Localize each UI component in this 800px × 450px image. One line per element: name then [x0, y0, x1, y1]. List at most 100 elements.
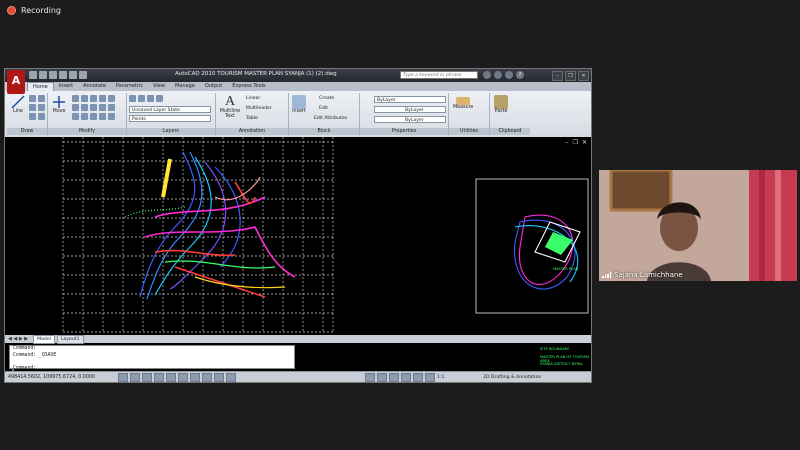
clipboard-panel-title[interactable]: Clipboard	[490, 128, 530, 135]
new-icon[interactable]	[29, 71, 37, 79]
plot-icon[interactable]	[79, 71, 87, 79]
draw-panel: Line Draw	[7, 93, 48, 135]
rotate-icon[interactable]	[72, 95, 79, 102]
move-button[interactable]: Move	[52, 95, 66, 114]
erase-icon[interactable]	[90, 95, 97, 102]
tab-home[interactable]: Home	[27, 82, 54, 91]
properties-panel-title[interactable]: Properties	[360, 128, 448, 135]
hatch-icon[interactable]	[29, 113, 36, 120]
color-dropdown[interactable]: ByLayer	[374, 96, 446, 103]
current-layer-dropdown[interactable]: Points	[129, 115, 211, 122]
linetype-dropdown[interactable]: ByLayer	[374, 106, 446, 113]
fillet-icon[interactable]	[72, 104, 79, 111]
layer-isolate-icon[interactable]	[147, 95, 154, 102]
help-icon[interactable]: ?	[516, 71, 524, 79]
close-icon[interactable]: ✕	[578, 71, 589, 81]
arc-icon[interactable]	[29, 104, 36, 111]
layer-properties-icon[interactable]	[129, 95, 136, 102]
otrack-toggle[interactable]	[178, 372, 188, 382]
tab-annotate[interactable]: Annotate	[78, 82, 111, 91]
minimize-icon[interactable]: –	[552, 71, 563, 81]
annotation-scale[interactable]: 1:1	[437, 375, 444, 380]
workspace-switch[interactable]: 2D Drafting & Annotation	[483, 375, 541, 380]
break-icon[interactable]	[90, 113, 97, 120]
multiline-text-button[interactable]: A Multiline Text	[219, 94, 241, 119]
table-button[interactable]: Table	[246, 116, 258, 121]
participant-video[interactable]: Sajana Lamichhane	[599, 170, 797, 281]
paste-button[interactable]: Paste	[494, 95, 508, 114]
search-input[interactable]: Type a keyword or phrase	[400, 71, 478, 79]
layer-off-icon[interactable]	[138, 95, 145, 102]
block-panel-title[interactable]: Block	[289, 128, 359, 135]
offset-icon[interactable]	[72, 113, 79, 120]
ribbon-tabs: Home Insert Annotate Parametric View Man…	[27, 82, 591, 91]
zoom-icon[interactable]	[413, 372, 423, 382]
circle-icon[interactable]	[38, 95, 45, 102]
model-space-icon[interactable]	[365, 372, 375, 382]
undo-icon[interactable]	[59, 71, 67, 79]
application-menu-button[interactable]: A	[7, 70, 25, 94]
edit-attributes-button[interactable]: Edit Attributes	[314, 116, 347, 121]
create-block-button[interactable]: Create	[319, 96, 334, 101]
qp-toggle[interactable]	[226, 372, 236, 382]
polyline-icon[interactable]	[29, 95, 36, 102]
modify-panel-title[interactable]: Modify	[48, 128, 126, 135]
insert-block-button[interactable]: Insert	[292, 95, 306, 114]
layer-state-dropdown[interactable]: Unsaved Layer State	[129, 106, 211, 113]
redo-icon[interactable]	[69, 71, 77, 79]
binoculars-icon[interactable]	[483, 71, 491, 79]
stretch-icon[interactable]	[90, 104, 97, 111]
polar-toggle[interactable]	[154, 372, 164, 382]
linear-dimension-button[interactable]: Linear	[246, 96, 260, 101]
restore-icon[interactable]: ❐	[565, 71, 576, 81]
ellipse-icon[interactable]	[38, 113, 45, 120]
open-icon[interactable]	[39, 71, 47, 79]
line-button[interactable]: Line	[11, 95, 25, 114]
tab-insert[interactable]: Insert	[54, 82, 78, 91]
mirror-icon[interactable]	[108, 95, 115, 102]
explode-icon[interactable]	[81, 104, 88, 111]
array-icon[interactable]	[108, 104, 115, 111]
snap-toggle[interactable]	[118, 372, 128, 382]
scale-icon[interactable]	[99, 104, 106, 111]
measure-button[interactable]: Measure	[453, 97, 473, 110]
save-icon[interactable]	[49, 71, 57, 79]
draw-panel-title[interactable]: Draw	[7, 128, 47, 135]
lwt-toggle[interactable]	[214, 372, 224, 382]
edit-block-button[interactable]: Edit	[319, 106, 328, 111]
lengthen-icon[interactable]	[108, 113, 115, 120]
communication-center-icon[interactable]	[494, 71, 502, 79]
tab-output[interactable]: Output	[200, 82, 227, 91]
tab-layout1[interactable]: Layout1	[56, 334, 84, 344]
osnap-toggle[interactable]	[166, 372, 176, 382]
tab-parametric[interactable]: Parametric	[111, 82, 148, 91]
tab-view[interactable]: View	[148, 82, 170, 91]
ducs-toggle[interactable]	[190, 372, 200, 382]
tab-manage[interactable]: Manage	[170, 82, 200, 91]
rectangle-icon[interactable]	[38, 104, 45, 111]
ortho-toggle[interactable]	[142, 372, 152, 382]
annotation-panel-title[interactable]: Annotation	[216, 128, 288, 135]
join-icon[interactable]	[99, 113, 106, 120]
grid-toggle[interactable]	[130, 372, 140, 382]
copy-icon[interactable]	[99, 95, 106, 102]
layers-panel-title[interactable]: Layers	[127, 128, 215, 135]
pan-icon[interactable]	[401, 372, 411, 382]
dyn-toggle[interactable]	[202, 372, 212, 382]
ribbon: Line Draw Move Modify Unsaved Layer Stat…	[5, 91, 591, 138]
chamfer-icon[interactable]	[81, 113, 88, 120]
quick-view-drawings-icon[interactable]	[389, 372, 399, 382]
trim-icon[interactable]	[81, 95, 88, 102]
quick-view-layouts-icon[interactable]	[377, 372, 387, 382]
steering-wheel-icon[interactable]	[425, 372, 435, 382]
favorites-icon[interactable]	[505, 71, 513, 79]
utilities-panel-title[interactable]: Utilities	[449, 128, 489, 135]
command-line[interactable]: Command: Command: _QSAVE Command:	[9, 345, 295, 371]
record-icon	[7, 6, 16, 15]
tab-model[interactable]: Model	[33, 334, 55, 344]
layer-freeze-icon[interactable]	[156, 95, 163, 102]
tab-express-tools[interactable]: Express Tools	[227, 82, 270, 91]
lineweight-dropdown[interactable]: ByLayer	[374, 116, 446, 123]
tab-scroll-arrows[interactable]: ◀ ◀ ▶ ▶	[5, 336, 31, 342]
multileader-button[interactable]: Multileader	[246, 106, 272, 111]
